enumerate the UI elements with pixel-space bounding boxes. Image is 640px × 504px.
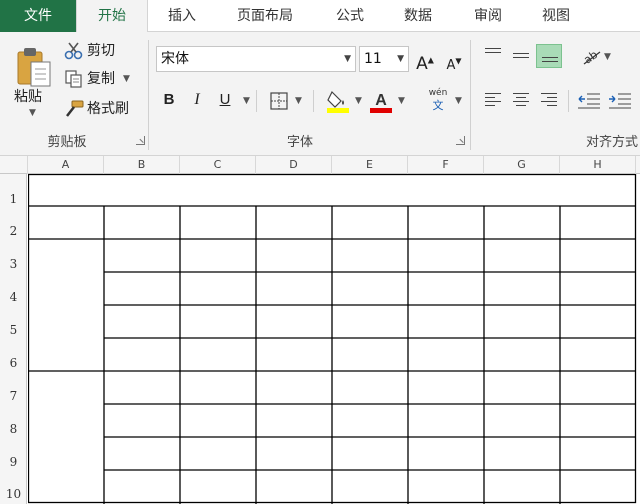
chevron-down-icon: ▼ xyxy=(344,54,351,64)
decrease-indent-icon[interactable] xyxy=(577,92,601,110)
increase-font-size-button[interactable]: A▲ xyxy=(414,48,436,74)
copy-label: 复制 xyxy=(87,71,115,87)
row-header-10[interactable]: 10 xyxy=(0,487,27,501)
copy-icon xyxy=(65,70,82,88)
align-right-button[interactable] xyxy=(536,88,562,112)
chevron-down-icon: ▼ xyxy=(397,54,404,64)
bottom-align-button[interactable] xyxy=(536,44,562,68)
ribbon-tab-bar: 文件 开始 插入 页面布局 公式 数据 审阅 视图 xyxy=(0,0,640,33)
column-header-e[interactable]: E xyxy=(332,156,408,174)
row-header-7[interactable]: 7 xyxy=(0,389,27,403)
font-color-icon[interactable]: A xyxy=(369,88,393,114)
divider xyxy=(313,90,314,112)
align-right-icon xyxy=(541,93,557,109)
phonetic-bottom-text: 文 xyxy=(432,99,444,112)
tab-page-layout[interactable]: 页面布局 xyxy=(216,0,314,32)
font-group-label: 字体 xyxy=(286,135,313,150)
borders-dropdown-icon[interactable]: ▼ xyxy=(295,96,302,106)
select-all-corner[interactable] xyxy=(0,156,28,174)
paste-label: 粘贴 xyxy=(14,89,42,105)
format-painter-label: 格式刷 xyxy=(87,101,129,117)
row-header-2[interactable]: 2 xyxy=(0,224,27,238)
clipboard-launcher-icon[interactable] xyxy=(136,136,145,145)
orientation-dropdown-icon[interactable]: ▼ xyxy=(604,52,611,62)
column-header-c[interactable]: C xyxy=(180,156,256,174)
tab-data[interactable]: 数据 xyxy=(386,0,450,32)
align-left-icon xyxy=(485,93,501,109)
underline-button[interactable]: U xyxy=(214,88,236,112)
font-size-select[interactable]: 11 ▼ xyxy=(359,46,409,72)
cell-borders xyxy=(28,174,637,504)
font-launcher-icon[interactable] xyxy=(456,136,465,145)
group-divider xyxy=(148,40,149,150)
column-header-a[interactable]: A xyxy=(28,156,104,174)
align-center-icon xyxy=(513,93,529,109)
underline-dropdown-icon[interactable]: ▼ xyxy=(243,96,250,106)
font-color-dropdown-icon[interactable]: ▼ xyxy=(398,96,405,106)
row-header-8[interactable]: 8 xyxy=(0,422,27,436)
bottom-align-icon xyxy=(542,57,558,65)
increase-indent-icon[interactable] xyxy=(608,92,632,110)
orientation-icon[interactable]: ab xyxy=(580,46,602,66)
row-header-5[interactable]: 5 xyxy=(0,323,27,337)
worksheet: A B C D E F G H 1 2 3 4 5 6 7 8 9 10 xyxy=(0,156,640,504)
paste-icon xyxy=(17,48,51,87)
decrease-font-size-button[interactable]: A▼ xyxy=(443,50,465,74)
group-divider xyxy=(470,40,471,150)
phonetic-guide-button[interactable]: wén 文 xyxy=(426,88,450,114)
divider xyxy=(568,90,569,112)
format-painter-button[interactable]: 格式刷 xyxy=(63,96,129,122)
copy-dropdown-icon[interactable]: ▼ xyxy=(123,74,130,84)
tab-review[interactable]: 审阅 xyxy=(456,0,520,32)
font-name-value: 宋体 xyxy=(161,51,189,67)
phonetic-top-text: wén xyxy=(428,88,448,98)
middle-align-button[interactable] xyxy=(508,44,534,68)
top-align-icon xyxy=(485,48,501,56)
align-left-button[interactable] xyxy=(480,88,506,112)
row-header-3[interactable]: 3 xyxy=(0,257,27,271)
svg-text:A: A xyxy=(375,92,387,109)
ribbon: 粘贴 ▼ 剪切 复制 ▼ 格式刷 剪贴板 宋体 ▼ 11 ▼ A▲ A▼ B I… xyxy=(0,32,640,156)
decrease-font-size-icon: A▼ xyxy=(446,57,462,74)
tab-home[interactable]: 开始 xyxy=(76,0,148,33)
column-header-g[interactable]: G xyxy=(484,156,560,174)
scissors-icon xyxy=(64,42,83,60)
tab-file[interactable]: 文件 xyxy=(0,0,76,32)
row-header-9[interactable]: 9 xyxy=(0,455,27,469)
font-name-select[interactable]: 宋体 ▼ xyxy=(156,46,356,72)
tab-formulas[interactable]: 公式 xyxy=(318,0,382,32)
divider xyxy=(256,90,257,112)
column-header-d[interactable]: D xyxy=(256,156,332,174)
bold-button[interactable]: B xyxy=(158,88,180,112)
italic-button[interactable]: I xyxy=(186,88,208,112)
tab-insert[interactable]: 插入 xyxy=(152,0,212,32)
align-center-button[interactable] xyxy=(508,88,534,112)
copy-button[interactable]: 复制 ▼ xyxy=(63,66,130,92)
fill-color-icon[interactable] xyxy=(326,88,350,114)
row-header-6[interactable]: 6 xyxy=(0,356,27,370)
cut-label: 剪切 xyxy=(87,43,115,59)
column-header-h[interactable]: H xyxy=(560,156,636,174)
font-size-value: 11 xyxy=(364,51,382,67)
row-header-1[interactable]: 1 xyxy=(0,192,27,206)
tab-view[interactable]: 视图 xyxy=(524,0,588,32)
paste-dropdown-icon[interactable]: ▼ xyxy=(29,108,36,118)
fill-color-dropdown-icon[interactable]: ▼ xyxy=(355,96,362,106)
row-header-bar: 1 2 3 4 5 6 7 8 9 10 xyxy=(0,174,27,504)
alignment-group-label: 对齐方式 xyxy=(586,135,639,150)
increase-font-size-icon: A▲ xyxy=(416,53,434,74)
phonetic-dropdown-icon[interactable]: ▼ xyxy=(455,96,462,106)
column-header-b[interactable]: B xyxy=(104,156,180,174)
cut-button[interactable]: 剪切 xyxy=(63,38,115,64)
format-painter-icon xyxy=(66,100,84,117)
top-align-button[interactable] xyxy=(480,44,506,68)
borders-icon[interactable] xyxy=(270,92,288,110)
middle-align-icon xyxy=(513,53,529,61)
column-header-bar: A B C D E F G H xyxy=(0,156,640,174)
cell-grid[interactable] xyxy=(28,174,640,504)
clipboard-group-label: 剪贴板 xyxy=(47,135,87,150)
row-header-4[interactable]: 4 xyxy=(0,290,27,304)
column-header-f[interactable]: F xyxy=(408,156,484,174)
